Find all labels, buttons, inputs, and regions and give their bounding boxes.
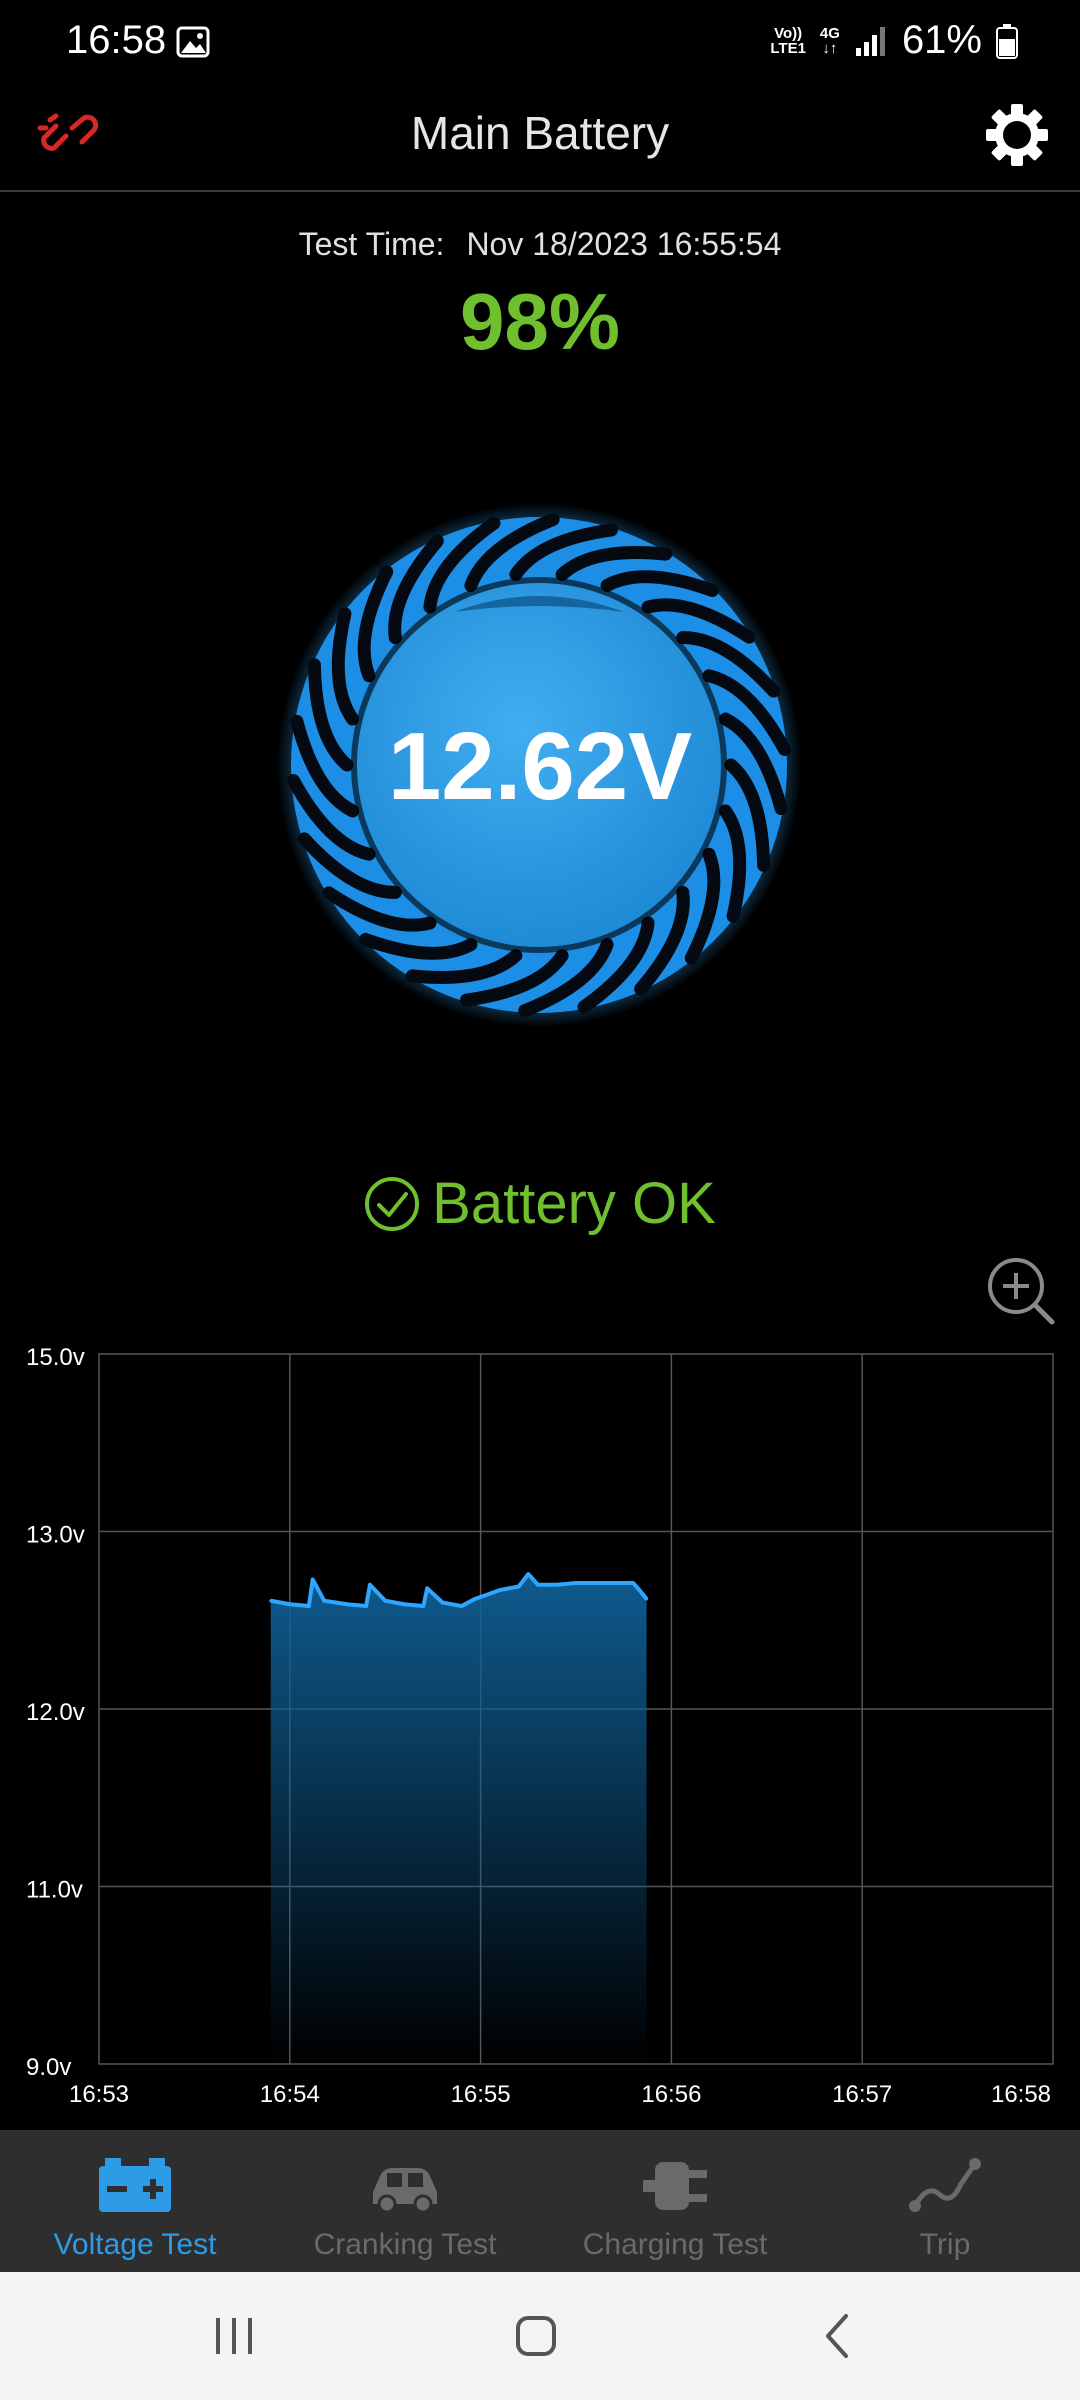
battery-percent: 61% [901,18,982,62]
chart-data-point [402,1602,406,1606]
gear-icon[interactable] [984,102,1050,168]
chart-data-point [473,1597,477,1601]
battery-icon [996,23,1018,59]
nav-label-cranking-test: Cranking Test [313,2228,497,2261]
test-time-label: Test Time: [298,226,445,262]
nav-label-charging-test: Charging Test [582,2228,768,2261]
chart-data-point [322,1599,326,1603]
nav-cranking-test[interactable]: Cranking Test [270,2130,540,2272]
chart-y-tick-label: 15.0v [26,1344,85,1371]
voltage-value: 12.62V [387,713,693,820]
chart-data-point [593,1581,597,1585]
chart-data-point [555,1583,559,1587]
page-title: Main Battery [410,107,670,159]
chart-data-point [526,1572,530,1576]
chart-data-point [311,1577,315,1581]
chart-x-tick-label: 16:56 [641,2081,701,2108]
status-time: 16:58 [66,18,167,62]
check-circle-icon [365,1176,420,1231]
volte-indicator: Vo)) LTE1 [770,24,806,57]
chart-x-tick-label: 16:58 [991,2081,1051,2108]
chart-y-tick-label: 11.0v [26,1877,83,1904]
back-icon[interactable] [808,2306,868,2366]
chart-data-point [517,1585,521,1589]
chart-data-point [345,1602,349,1606]
chart-x-tick-label: 16:53 [69,2081,129,2108]
chart-data-point [574,1581,578,1585]
bottom-nav: Voltage Test Cranking Test Charging Test… [0,2130,1080,2272]
chart-data-point [364,1604,368,1608]
chart-x-tick-label: 16:54 [260,2081,320,2108]
chart-y-tick-label: 13.0v [26,1522,85,1549]
chart-data-point [536,1583,540,1587]
nav-voltage-test[interactable]: Voltage Test [0,2130,270,2272]
voltage-chart: 15.0v 13.0v 12.0v 11.0v 9.0v 16:53 16:54 16:55… [26,1344,1054,2108]
zoom-in-icon[interactable] [986,1256,1056,1326]
network-type-indicator: 4G ↓↑ [819,24,840,57]
battery-status: Battery OK [0,1170,1080,1237]
chart-y-tick-label: 12.0v [26,1699,85,1726]
nav-trip[interactable]: Trip [810,2130,1080,2272]
status-bar: 16:58 Vo)) LTE1 4G ↓↑ 61% [0,0,1080,86]
app-header: Main Battery [0,86,1080,192]
plug-icon [643,2162,707,2210]
chart-data-point [421,1604,425,1608]
voltage-area [270,1574,647,2064]
recents-icon[interactable] [204,2306,264,2366]
chart-data-point [383,1599,387,1603]
chart-data-point [425,1586,429,1590]
test-time: Test Time: Nov 18/2023 16:55:54 [0,226,1080,263]
route-icon [909,2158,981,2212]
signal-icon [855,26,885,56]
gallery-notification-icon [176,26,210,58]
chart-data-point [460,1604,464,1608]
chart-x-tick-label: 16:57 [832,2081,892,2108]
chart-data-point [498,1588,502,1592]
system-nav-bar [0,2272,1080,2400]
chart-data-point [288,1602,292,1606]
car-icon [373,2168,437,2214]
nav-label-voltage-test: Voltage Test [53,2228,217,2261]
battery-status-text: Battery OK [432,1171,716,1236]
chart-data-point [645,1597,649,1601]
chart-data-point [440,1601,444,1604]
chart-data-point [631,1581,635,1585]
nav-label-trip: Trip [919,2228,971,2261]
chart-data-point [639,1590,643,1594]
home-icon[interactable] [506,2306,566,2366]
nav-charging-test[interactable]: Charging Test [540,2130,810,2272]
car-battery-icon [99,2158,171,2212]
status-indicators: Vo)) LTE1 4G ↓↑ 61% [770,18,1018,63]
chart-data-point [269,1599,273,1603]
test-time-value: Nov 18/2023 16:55:54 [466,226,782,262]
chart-x-tick-label: 16:55 [451,2081,511,2108]
chart-data-point [612,1581,616,1585]
charge-percent: 98% [459,277,621,366]
chart-data-point [368,1583,372,1587]
chart-y-tick-label: 9.0v [26,2054,71,2081]
chart-data-point [307,1604,311,1608]
